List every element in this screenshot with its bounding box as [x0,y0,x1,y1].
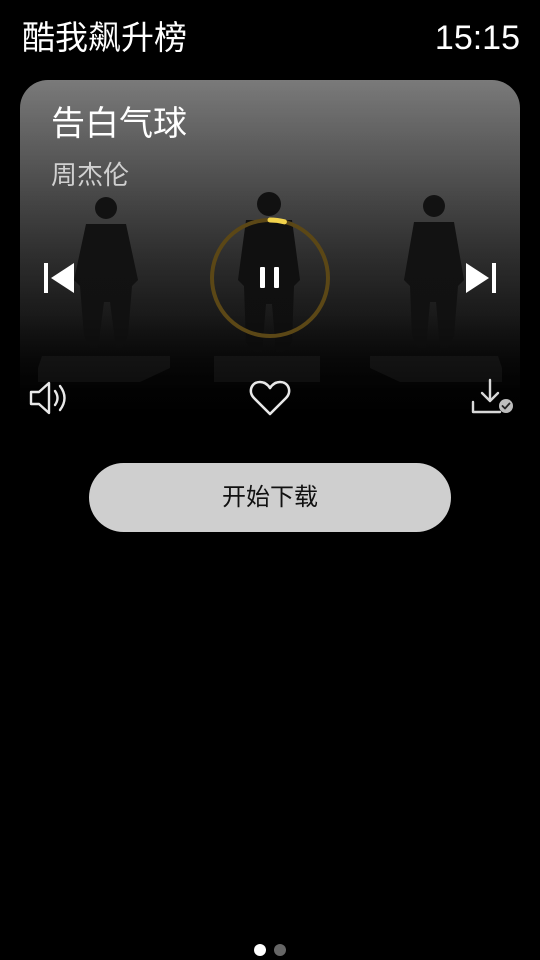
next-icon [466,263,496,293]
status-time: 15:15 [434,19,520,57]
previous-icon [44,263,74,293]
volume-button[interactable] [28,378,72,416]
volume-icon [29,381,66,415]
download-done-icon [471,378,513,414]
next-button[interactable] [462,260,498,296]
page-title: 酷我飙升榜 [22,18,187,57]
pause-icon [260,267,279,288]
like-button[interactable] [248,378,292,416]
playback-progress-ring [209,217,331,339]
now-playing-card: 告白气球 周杰伦 [20,80,520,416]
play-pause-button[interactable] [208,216,332,340]
previous-button[interactable] [42,260,78,296]
artist-name: 周杰伦 [51,161,130,191]
start-download-button[interactable]: 开始下载 [89,463,451,532]
page-dot[interactable] [274,944,286,956]
song-title: 告白气球 [51,104,187,144]
page-dot[interactable] [254,944,266,956]
page-indicator [0,944,540,956]
download-status-button[interactable] [470,378,516,416]
heart-icon [249,380,291,416]
